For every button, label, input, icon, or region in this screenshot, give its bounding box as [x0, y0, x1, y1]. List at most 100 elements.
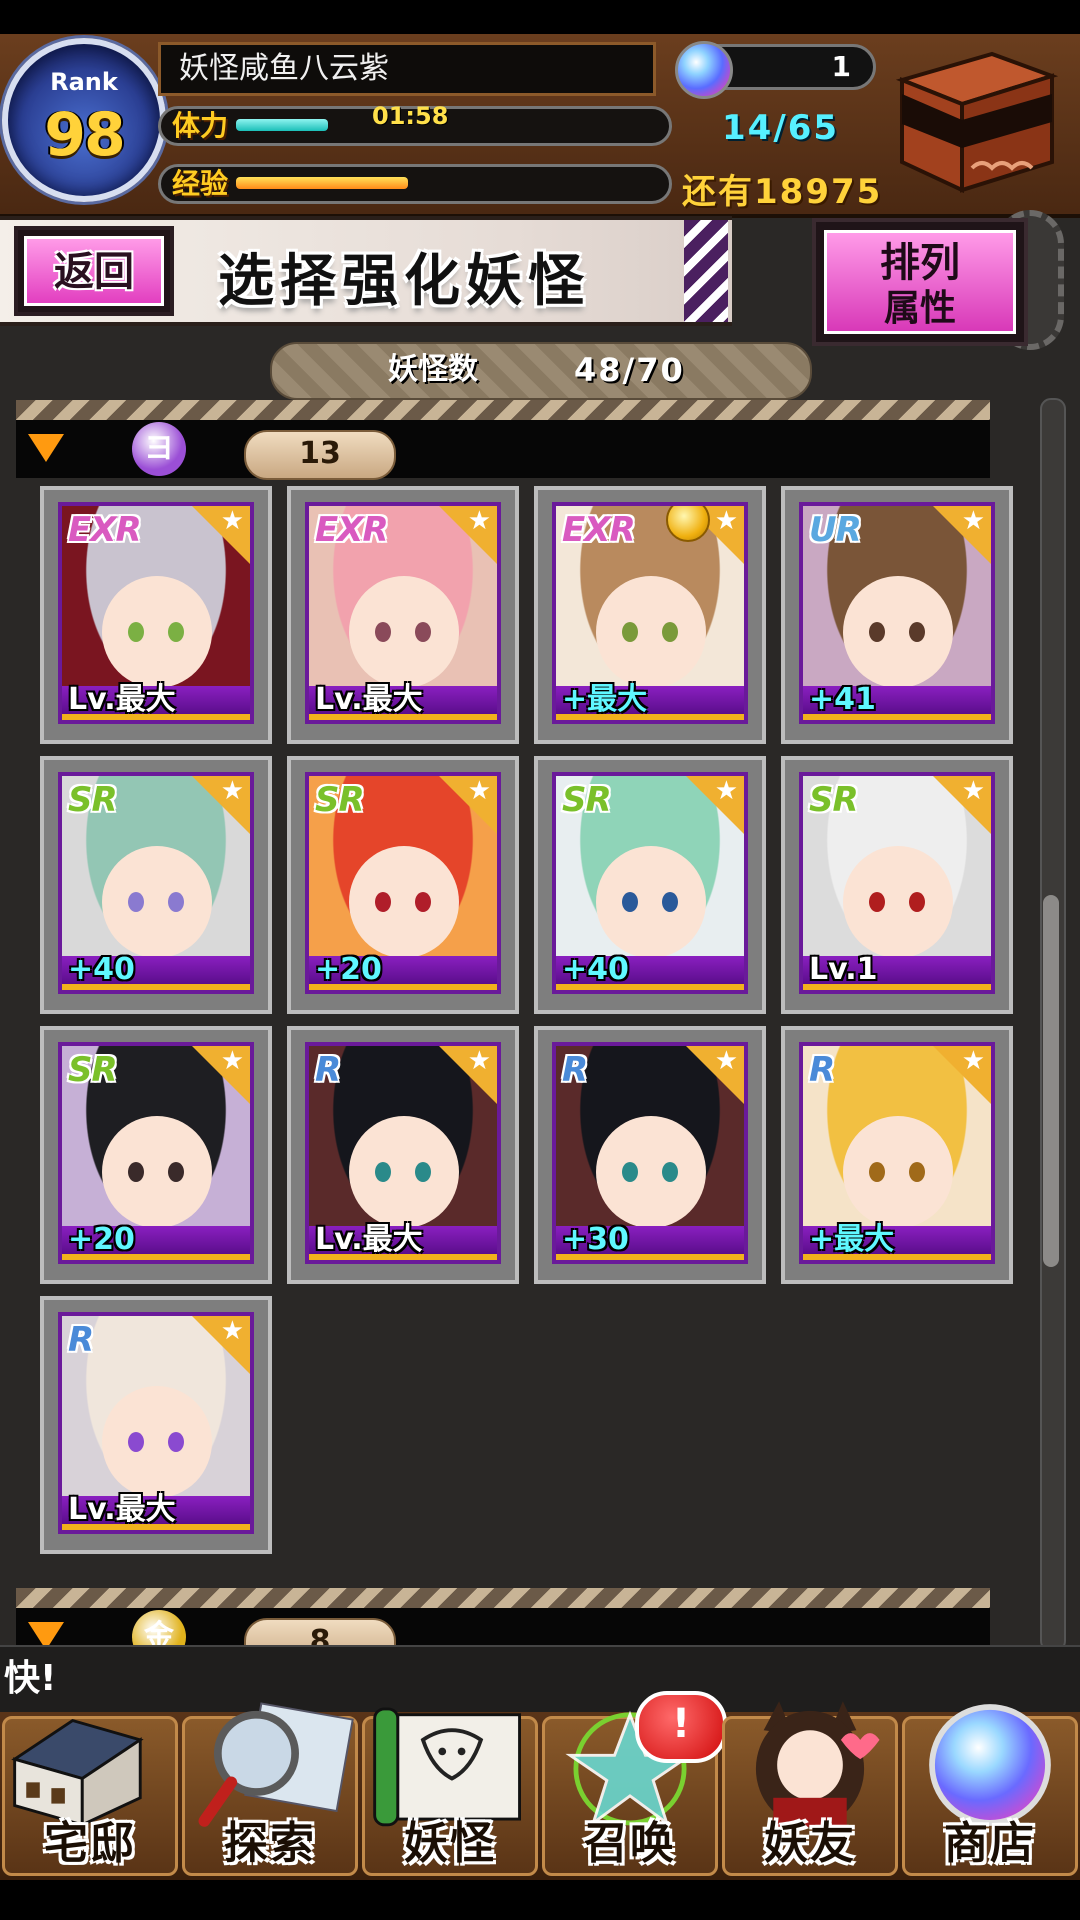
rarity-badge: SR — [315, 780, 365, 820]
rarity-badge: UR — [809, 510, 862, 550]
bottom-nav: 宅邸 探索 妖怪 ! 召唤 妖友 商店 — [0, 1691, 1080, 1880]
status-bar — [0, 0, 1080, 34]
orb-counter[interactable]: 1 — [675, 41, 876, 99]
group-header-dark[interactable]: ヨ 13 — [16, 400, 990, 480]
star-icon: ★ — [220, 1316, 244, 1346]
rarity-badge: R — [809, 1050, 835, 1090]
stamina-timer: 01:58 — [372, 102, 449, 130]
portrait-face — [102, 576, 212, 688]
star-icon: ★ — [467, 776, 491, 806]
yokai-count-label: 妖怪数 — [388, 352, 478, 387]
yokai-card[interactable]: ★ R Lv.最大 — [40, 1296, 272, 1554]
portrait-face — [349, 846, 459, 958]
rope-border — [16, 400, 990, 420]
yokai-card[interactable]: ★ R +最大 — [781, 1026, 1013, 1284]
card-frame: ★ EXR Lv.最大 — [58, 502, 254, 724]
portrait-eye — [375, 622, 391, 642]
portrait-face — [843, 1116, 953, 1228]
yokai-card[interactable]: ★ SR +20 — [40, 1026, 272, 1284]
yokai-card[interactable]: ★ EXR Lv.最大 — [40, 486, 272, 744]
player-header: Rank 98 妖怪咸鱼八云紫 体力 01:58 经验 1 14/65 还有18… — [0, 34, 1080, 218]
back-button[interactable]: 返回 — [14, 226, 174, 316]
collapse-arrow-icon[interactable] — [28, 1622, 64, 1645]
nav-explore[interactable]: 探索 — [182, 1702, 358, 1876]
gold-attribute-icon: 金 — [132, 1610, 186, 1645]
orb-count: 1 — [831, 50, 851, 83]
portrait-eye — [662, 1162, 678, 1182]
yokai-card[interactable]: ★ EXR +最大 — [534, 486, 766, 744]
scrollbar-thumb[interactable] — [1043, 895, 1059, 1267]
rarity-badge: R — [562, 1050, 588, 1090]
star-icon: ★ — [220, 776, 244, 806]
portrait-eye — [869, 892, 885, 912]
sort-title: 排列 — [880, 240, 960, 286]
rope-border — [16, 1588, 990, 1608]
nav-label: 宅邸 — [44, 1818, 136, 1869]
portrait-face — [102, 846, 212, 958]
nav-shop[interactable]: 商店 — [902, 1704, 1078, 1876]
yokai-card[interactable]: ★ SR +20 — [287, 756, 519, 1014]
treasure-chest-icon[interactable] — [882, 50, 1058, 196]
level-text: Lv.最大 — [315, 682, 423, 717]
card-frame: ★ SR Lv.1 — [799, 772, 995, 994]
collapse-arrow-icon[interactable] — [28, 434, 64, 462]
portrait-face — [349, 1116, 459, 1228]
rarity-badge: SR — [809, 780, 859, 820]
card-frame: ★ R Lv.最大 — [58, 1312, 254, 1534]
rarity-badge: EXR — [315, 510, 389, 550]
rank-badge[interactable]: Rank 98 — [2, 38, 166, 202]
card-frame: ★ R +最大 — [799, 1042, 995, 1264]
sort-button[interactable]: 排列 属性 — [812, 218, 1028, 346]
exp-fill — [236, 177, 408, 189]
dark-attribute-icon: ヨ — [132, 422, 186, 476]
star-icon: ★ — [220, 506, 244, 536]
nav-mansion[interactable]: 宅邸 — [2, 1716, 178, 1876]
portrait-eye — [622, 1162, 638, 1182]
yokai-card[interactable]: ★ R +30 — [534, 1026, 766, 1284]
level-text: Lv.最大 — [68, 1492, 176, 1527]
nav-yokai[interactable]: 妖怪 — [362, 1707, 538, 1876]
group-header-gold[interactable]: 金 8 — [16, 1588, 990, 1645]
card-frame: ★ SR +40 — [552, 772, 748, 994]
stamina-readout: 14/65 — [722, 108, 840, 148]
rarity-badge: EXR — [68, 510, 142, 550]
exp-bar: 经验 — [158, 164, 672, 204]
yokai-card[interactable]: ★ UR +41 — [781, 486, 1013, 744]
portrait-face — [596, 1116, 706, 1228]
nav-label: 妖友 — [764, 1818, 856, 1869]
yokai-list[interactable]: ヨ 13 ★ EXR Lv.最大 ★ EXR Lv.最大 ★ EXR +最大 ★ UR +41 ★ SR +… — [0, 400, 1080, 1645]
level-text: Lv.最大 — [68, 682, 176, 717]
stamina-bar: 体力 01:58 — [158, 102, 672, 146]
portrait-face — [843, 846, 953, 958]
portrait-eye — [168, 1162, 184, 1182]
portrait-eye — [622, 892, 638, 912]
star-icon: ★ — [467, 1046, 491, 1076]
portrait-eye — [128, 892, 144, 912]
portrait-face — [596, 846, 706, 958]
yokai-card[interactable]: ★ SR +40 — [40, 756, 272, 1014]
player-name: 妖怪咸鱼八云紫 — [158, 42, 656, 96]
yokai-count-bar: 妖怪数 48/70 — [270, 342, 812, 400]
card-frame: ★ R Lv.最大 — [305, 1042, 501, 1264]
portrait-eye — [375, 1162, 391, 1182]
nav-label: 探索 — [224, 1818, 316, 1869]
yokai-card[interactable]: ★ EXR Lv.最大 — [287, 486, 519, 744]
star-icon: ★ — [714, 506, 738, 536]
portrait-eye — [128, 1162, 144, 1182]
yokai-card[interactable]: ★ SR Lv.1 — [781, 756, 1013, 1014]
yokai-card[interactable]: ★ R Lv.最大 — [287, 1026, 519, 1284]
system-nav-bar — [0, 1880, 1080, 1920]
portrait-eye — [869, 1162, 885, 1182]
nav-summon[interactable]: ! 召唤 — [542, 1691, 727, 1876]
sort-button-face: 排列 属性 — [824, 230, 1016, 334]
exp-label: 经验 — [172, 167, 229, 200]
nav-friends[interactable]: 妖友 — [722, 1701, 898, 1876]
yokai-card[interactable]: ★ SR +40 — [534, 756, 766, 1014]
portrait-eye — [128, 1432, 144, 1452]
stamina-fill — [236, 119, 328, 131]
star-icon: ★ — [961, 776, 985, 806]
level-text: +最大 — [562, 682, 648, 717]
stamina-label: 体力 — [172, 109, 229, 142]
summon-notification-badge: ! — [635, 1691, 727, 1763]
level-text: Lv.1 — [809, 952, 878, 987]
